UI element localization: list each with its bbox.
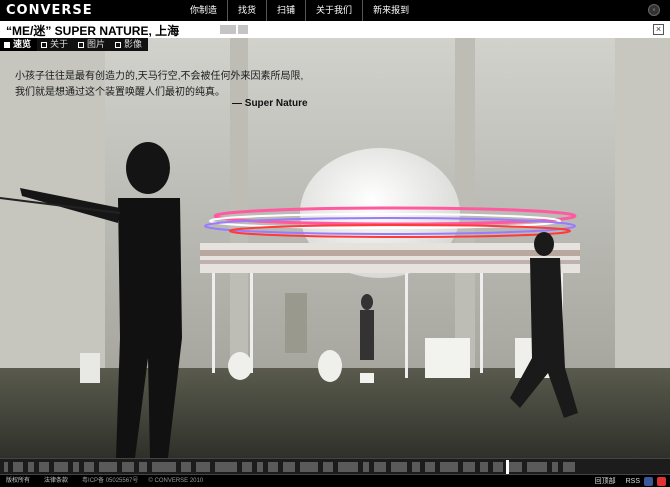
scene-image bbox=[0, 38, 670, 458]
timeline-thumbnail[interactable] bbox=[412, 462, 420, 472]
timeline-thumbnail[interactable] bbox=[363, 462, 369, 472]
tab-label: 关于 bbox=[50, 39, 69, 49]
nav-item-make[interactable]: 你制造 bbox=[180, 0, 227, 21]
copyright-text: © CONVERSE 2010 bbox=[148, 478, 204, 484]
timeline-thumbnail[interactable] bbox=[13, 462, 23, 472]
tab-label: 速览 bbox=[13, 39, 32, 49]
timeline-cursor[interactable] bbox=[506, 460, 509, 474]
timeline-thumbnail[interactable] bbox=[323, 462, 333, 472]
timeline-thumbnail[interactable] bbox=[268, 462, 278, 472]
title-tag-badge-small bbox=[238, 25, 248, 34]
timeline-thumbnail[interactable] bbox=[563, 462, 575, 472]
timeline-thumbnail[interactable] bbox=[28, 462, 34, 472]
timeline-thumbnail[interactable] bbox=[139, 462, 147, 472]
overview-icon bbox=[4, 41, 10, 48]
timeline-thumbnail[interactable] bbox=[480, 462, 488, 472]
timeline-thumbnail[interactable] bbox=[338, 462, 358, 472]
nav-item-shop[interactable]: 找货 bbox=[227, 0, 266, 21]
timeline-thumbnail[interactable] bbox=[152, 462, 176, 472]
title-tag-badge bbox=[220, 25, 236, 34]
tab-bar: 速览 关于 图片 影像 bbox=[0, 38, 670, 51]
nav-item-stores[interactable]: 扫铺 bbox=[266, 0, 305, 21]
timeline-thumbnail[interactable] bbox=[73, 462, 79, 472]
nav-item-new[interactable]: 新来报到 bbox=[362, 0, 419, 21]
top-navigation: CONVERSE 你制造 找货 扫铺 关于我们 新来报到 ◦ bbox=[0, 0, 670, 21]
rss-link[interactable]: RSS bbox=[626, 478, 640, 485]
converse-logo[interactable]: CONVERSE bbox=[6, 3, 93, 18]
title-bar: “ME/迷” SUPER NATURE, 上海 × bbox=[0, 21, 670, 38]
tab-photos[interactable]: 图片 bbox=[74, 38, 111, 51]
timeline-thumbnail[interactable] bbox=[257, 462, 263, 472]
timeline-thumbnail[interactable] bbox=[391, 462, 407, 472]
timeline-thumbnail[interactable] bbox=[493, 462, 503, 472]
footer: 版权所有 法律条款 粤ICP备 05025567号 © CONVERSE 201… bbox=[0, 475, 670, 487]
video-timeline[interactable] bbox=[0, 458, 670, 475]
copyright-link[interactable]: 版权所有 bbox=[6, 475, 30, 487]
icp-number: 粤ICP备 05025567号 bbox=[82, 478, 139, 484]
timeline-thumbnail[interactable] bbox=[242, 462, 252, 472]
social-share-icon[interactable] bbox=[644, 476, 653, 486]
legal-link[interactable]: 法律条款 bbox=[44, 475, 68, 487]
page-title: “ME/迷” SUPER NATURE, 上海 bbox=[6, 24, 180, 38]
tab-about[interactable]: 关于 bbox=[37, 38, 74, 51]
timeline-thumbnail[interactable] bbox=[84, 462, 94, 472]
timeline-thumbnail[interactable] bbox=[463, 462, 475, 472]
timeline-thumbnail[interactable] bbox=[99, 462, 117, 472]
timeline-thumbnail[interactable] bbox=[300, 462, 318, 472]
close-button[interactable]: × bbox=[653, 24, 664, 35]
timeline-thumbnail[interactable] bbox=[4, 462, 8, 472]
timeline-thumbnail[interactable] bbox=[196, 462, 210, 472]
timeline-thumbnail[interactable] bbox=[440, 462, 458, 472]
quote-text: 小孩子往往是最有创造力的,天马行空,不会被任何外来因素所局限, 我们就是想通过这… bbox=[15, 69, 303, 101]
weibo-icon[interactable] bbox=[657, 476, 666, 486]
timeline-thumbnail[interactable] bbox=[181, 462, 191, 472]
timeline-thumbnail[interactable] bbox=[122, 462, 134, 472]
tab-label: 图片 bbox=[87, 39, 106, 49]
timeline-thumbnail[interactable] bbox=[425, 462, 435, 472]
nav-item-about[interactable]: 关于我们 bbox=[305, 0, 362, 21]
image-icon bbox=[78, 41, 85, 48]
timeline-thumbnail[interactable] bbox=[215, 462, 237, 472]
timeline-thumbnail[interactable] bbox=[39, 462, 49, 472]
tab-video[interactable]: 影像 bbox=[111, 38, 148, 51]
timeline-thumbnail[interactable] bbox=[283, 462, 295, 472]
tab-overview[interactable]: 速览 bbox=[0, 38, 38, 51]
tab-label: 影像 bbox=[124, 39, 143, 49]
timeline-thumbnail[interactable] bbox=[527, 462, 547, 472]
timeline-thumbnail[interactable] bbox=[374, 462, 386, 472]
quote-line-1: 小孩子往往是最有创造力的,天马行空,不会被任何外来因素所局限, bbox=[15, 71, 304, 82]
timeline-thumbnail[interactable] bbox=[508, 462, 522, 472]
quote-author: — Super Nature bbox=[232, 98, 308, 109]
main-nav: 你制造 找货 扫铺 关于我们 新来报到 bbox=[180, 0, 419, 21]
info-icon bbox=[41, 41, 48, 48]
globe-icon[interactable]: ◦ bbox=[648, 4, 660, 16]
timeline-thumbnail[interactable] bbox=[54, 462, 68, 472]
timeline-thumbnail[interactable] bbox=[552, 462, 558, 472]
back-to-top-link[interactable]: 回顶部 bbox=[595, 476, 616, 486]
video-scene[interactable] bbox=[0, 38, 670, 458]
video-icon bbox=[115, 41, 122, 48]
